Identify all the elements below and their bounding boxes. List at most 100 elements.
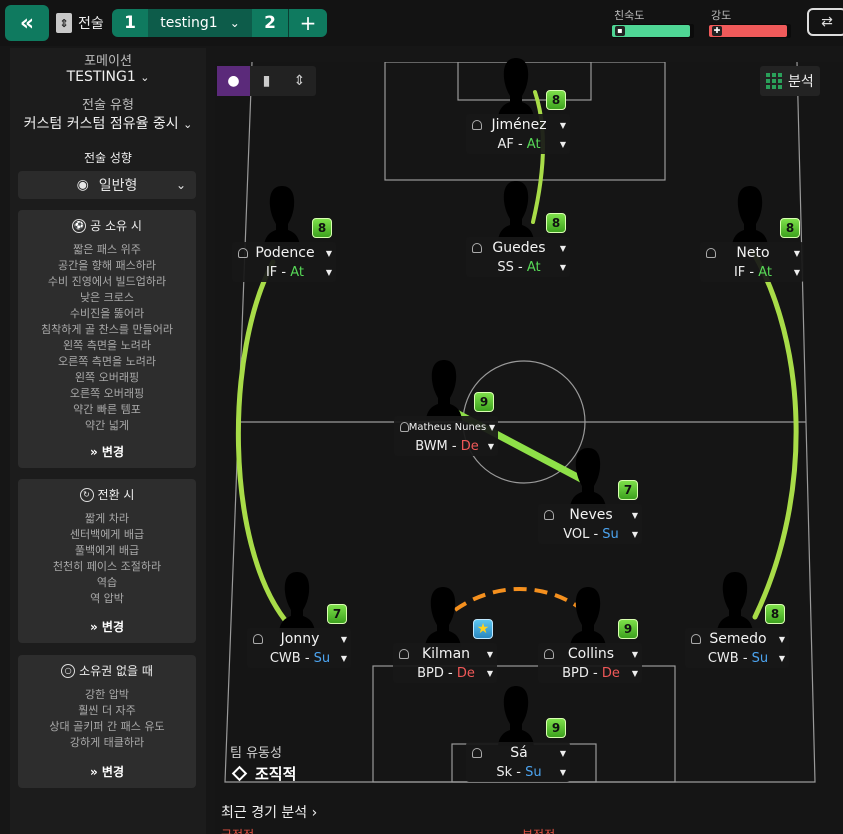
player-role-row[interactable]: CWB - Su ▼: [247, 649, 351, 667]
player-guedes[interactable]: 8 Guedes ▼ SS - At ▼: [466, 179, 570, 289]
caret-down-icon[interactable]: ▼: [790, 249, 804, 258]
caret-down-icon[interactable]: ▼: [486, 423, 498, 432]
player-name-row[interactable]: Jonny ▼: [247, 630, 351, 648]
player-name-row[interactable]: Neto ▼: [700, 244, 804, 262]
chevron-down-icon: ⌄: [183, 118, 193, 131]
slot-1-button[interactable]: 1: [112, 9, 148, 37]
player-card[interactable]: Neves ▼ VOL - Su ▼: [538, 504, 642, 544]
familiarity-meter[interactable]: ▪: [612, 24, 694, 38]
instruction-item: 강한 압박: [85, 688, 129, 701]
caret-down-icon[interactable]: ▼: [628, 669, 642, 678]
tactic-tab[interactable]: ⇕ 전술: [56, 9, 104, 37]
player-name-row[interactable]: Podence ▼: [232, 244, 336, 262]
player-card[interactable]: Neto ▼ IF - At ▼: [700, 242, 804, 282]
player-card[interactable]: Matheus Nunes ▼ BWM - De ▼: [394, 416, 498, 456]
tab-stats-view[interactable]: ▮: [250, 66, 283, 96]
caret-down-icon[interactable]: ▼: [556, 749, 570, 758]
caret-down-icon[interactable]: ▼: [322, 268, 336, 277]
player-role-text: BPD - De: [393, 666, 483, 681]
player-neves[interactable]: 7 Neves ▼ VOL - Su ▼: [538, 446, 642, 556]
caret-down-icon[interactable]: ▼: [556, 244, 570, 253]
player-jimenez[interactable]: 8 Jiménez ▼ AF - At ▼: [466, 56, 570, 166]
player-role-row[interactable]: CWB - Su ▼: [685, 649, 789, 667]
player-name-row[interactable]: Sá ▼: [466, 744, 570, 762]
out-of-possession-change-button[interactable]: » 변경: [18, 763, 196, 780]
tab-player-view[interactable]: ●: [217, 66, 250, 96]
caret-down-icon[interactable]: ▼: [322, 249, 336, 258]
caret-down-icon[interactable]: ▼: [628, 511, 642, 520]
player-name-row[interactable]: Semedo ▼: [685, 630, 789, 648]
tab-tactic-view[interactable]: ⇕: [283, 66, 316, 96]
player-name-row[interactable]: Kilman ▼: [393, 645, 497, 663]
caret-down-icon[interactable]: ▼: [628, 650, 642, 659]
slot-2-button[interactable]: 2: [252, 9, 288, 37]
caret-down-icon[interactable]: ▼: [483, 650, 497, 659]
player-name-row[interactable]: Collins ▼: [538, 645, 642, 663]
caret-down-icon[interactable]: ▼: [556, 263, 570, 272]
caret-down-icon[interactable]: ▼: [337, 635, 351, 644]
swap-button[interactable]: ⇄: [807, 8, 843, 36]
player-card[interactable]: Jonny ▼ CWB - Su ▼: [247, 628, 351, 668]
caret-down-icon[interactable]: ▼: [556, 121, 570, 130]
intensity-meter[interactable]: ✚: [709, 24, 791, 38]
player-name-row[interactable]: Jiménez ▼: [466, 116, 570, 134]
player-role-row[interactable]: IF - At ▼: [232, 263, 336, 281]
top-bar: « ⇕ 전술 1 testing1 ⌄ 2 + 친숙도 ▪ 강도 ✚ ⇄: [0, 0, 843, 46]
player-duty: Su: [602, 526, 619, 542]
formation-dropdown[interactable]: TESTING1 ⌄: [10, 69, 206, 85]
style-label: 전술 유형: [82, 98, 134, 113]
team-fluidity[interactable]: 팀 유동성 조직적: [230, 742, 296, 784]
player-role-row[interactable]: SS - At ▼: [466, 258, 570, 276]
player-role-row[interactable]: BWM - De ▼: [394, 437, 498, 455]
player-podence[interactable]: 8 Podence ▼ IF - At ▼: [232, 184, 336, 294]
player-card[interactable]: Semedo ▼ CWB - Su ▼: [685, 628, 789, 668]
player-card[interactable]: Kilman ▼ BPD - De ▼: [393, 643, 497, 683]
caret-down-icon[interactable]: ▼: [775, 635, 789, 644]
role-separator: -: [277, 264, 291, 280]
recent-match-analysis[interactable]: 최근 경기 분석 ›: [221, 802, 317, 822]
caret-down-icon[interactable]: ▼: [556, 140, 570, 149]
caret-down-icon[interactable]: ▼: [337, 654, 351, 663]
style-dropdown[interactable]: 커스텀 커스텀 점유율 중시 ⌄: [10, 113, 206, 133]
caret-down-icon[interactable]: ▼: [556, 768, 570, 777]
add-tactic-button[interactable]: +: [289, 9, 327, 37]
caret-down-icon[interactable]: ▼: [483, 669, 497, 678]
player-role-row[interactable]: AF - At ▼: [466, 135, 570, 153]
caret-down-icon[interactable]: ▼: [775, 654, 789, 663]
player-neto[interactable]: 8 Neto ▼ IF - At ▼: [700, 184, 804, 294]
player-role-row[interactable]: BPD - De ▼: [393, 664, 497, 682]
player-role-row[interactable]: VOL - Su ▼: [538, 525, 642, 543]
role-suitability-badge: 8: [312, 218, 332, 238]
caret-down-icon[interactable]: ▼: [484, 442, 498, 451]
player-kilman[interactable]: ★ Kilman ▼ BPD - De ▼: [393, 585, 497, 695]
player-card[interactable]: Jiménez ▼ AF - At ▼: [466, 114, 570, 154]
analysis-button[interactable]: 분석: [760, 66, 820, 96]
player-sa[interactable]: 9 Sá ▼ Sk - Su ▼: [466, 684, 570, 794]
player-card[interactable]: Guedes ▼ SS - At ▼: [466, 237, 570, 277]
player-card[interactable]: Podence ▼ IF - At ▼: [232, 242, 336, 282]
player-semedo[interactable]: 8 Semedo ▼ CWB - Su ▼: [685, 570, 789, 680]
caret-down-icon[interactable]: ▼: [790, 268, 804, 277]
player-name-row[interactable]: Neves ▼: [538, 506, 642, 524]
in-possession-change-button[interactable]: » 변경: [18, 443, 196, 460]
player-role-row[interactable]: BPD - De ▼: [538, 664, 642, 682]
player-name-row[interactable]: Matheus Nunes ▼: [394, 418, 498, 436]
player-role: BWM: [415, 438, 448, 454]
player-card[interactable]: Sá ▼ Sk - Su ▼: [466, 742, 570, 782]
player-role-row[interactable]: IF - At ▼: [700, 263, 804, 281]
slot-1-dropdown[interactable]: testing1 ⌄: [148, 9, 252, 37]
player-role-row[interactable]: Sk - Su ▼: [466, 763, 570, 781]
player-jonny[interactable]: 7 Jonny ▼ CWB - Su ▼: [247, 570, 351, 680]
player-nunes[interactable]: 9 Matheus Nunes ▼ BWM - De ▼: [394, 358, 498, 468]
caret-down-icon[interactable]: ▼: [628, 530, 642, 539]
transition-change-button[interactable]: » 변경: [18, 618, 196, 635]
player-role: CWB: [707, 650, 739, 666]
out-of-possession-title-text: 소유권 없을 때: [79, 664, 153, 678]
back-button[interactable]: «: [5, 5, 49, 41]
familiarity-label: 친숙도: [614, 9, 645, 22]
player-card[interactable]: Collins ▼ BPD - De ▼: [538, 643, 642, 683]
player-collins[interactable]: 9 Collins ▼ BPD - De ▼: [538, 585, 642, 695]
player-name-row[interactable]: Guedes ▼: [466, 239, 570, 257]
mentality-dropdown[interactable]: ◉ 일반형 ⌄: [18, 171, 196, 199]
fluidity-value: 조직적: [255, 765, 297, 783]
